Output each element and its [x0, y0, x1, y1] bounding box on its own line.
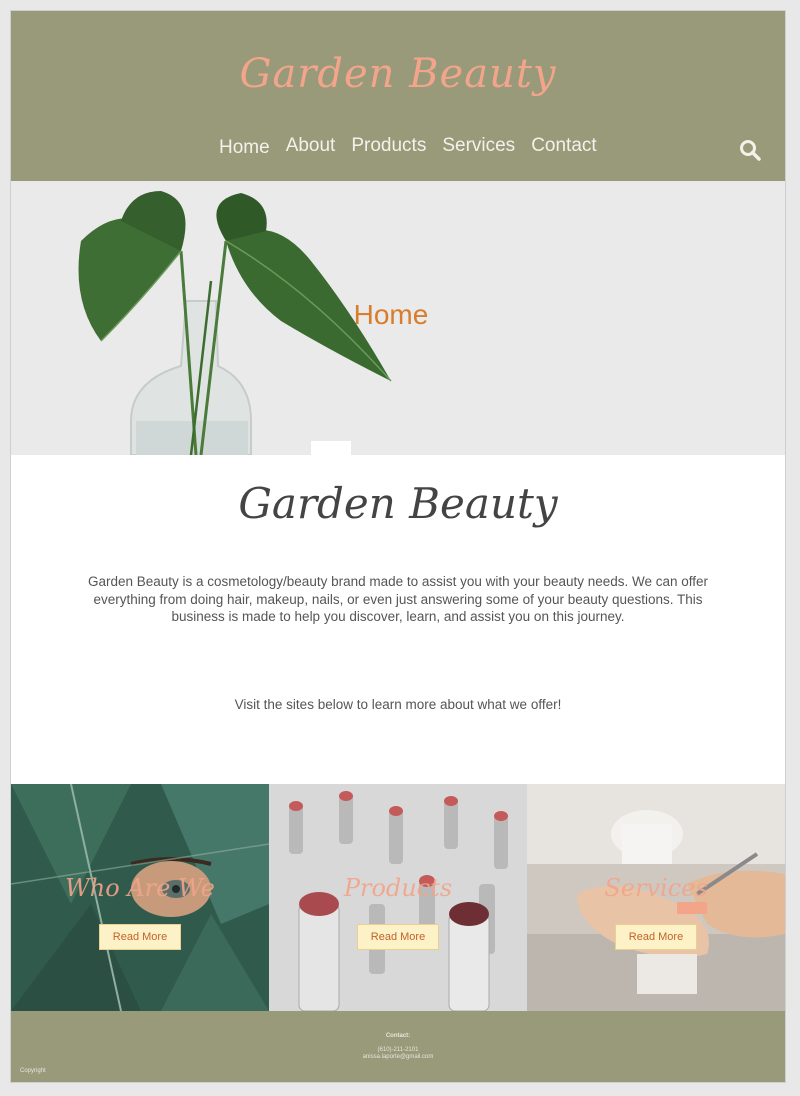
- nav-contact[interactable]: Contact: [523, 135, 604, 159]
- site-header: Garden Beauty Home About Products Servic…: [11, 11, 785, 181]
- footer-phone: (610)-211-2101: [377, 1047, 419, 1053]
- site-logo[interactable]: Garden Beauty: [11, 51, 785, 97]
- site-footer: Contact: (610)-211-2101 anissa.laporte@g…: [11, 1011, 785, 1082]
- feature-tiles: Who Are We Read More Products Read More …: [11, 784, 785, 1011]
- read-more-button-services[interactable]: Read More: [615, 924, 697, 950]
- tile-title-services: Services: [604, 874, 708, 902]
- search-icon[interactable]: [739, 139, 761, 161]
- tile-title-who-are-we: Who Are We: [65, 874, 215, 902]
- intro-paragraph: Garden Beauty is a cosmetology/beauty br…: [87, 574, 709, 624]
- visit-text: Visit the sites below to learn more abou…: [234, 697, 562, 712]
- tile-products: Products Read More: [269, 784, 527, 1011]
- brand-script-title: Garden Beauty: [238, 479, 558, 528]
- hero-title: Home: [353, 299, 429, 330]
- main-nav: Home About Products Services Contact: [211, 135, 605, 159]
- nav-about[interactable]: About: [278, 135, 344, 159]
- read-more-button-products[interactable]: Read More: [357, 924, 439, 950]
- tile-title-products: Products: [343, 874, 453, 902]
- page-frame: Garden Beauty Home About Products Servic…: [10, 10, 786, 1083]
- footer-contact-label: Contact:: [385, 1033, 411, 1039]
- hero-banner: Home: [11, 181, 785, 455]
- footer-email[interactable]: anissa.laporte@gmail.com: [11, 1054, 785, 1060]
- nav-services[interactable]: Services: [434, 135, 523, 159]
- tile-who-are-we: Who Are We Read More: [11, 784, 269, 1011]
- read-more-button-who-are-we[interactable]: Read More: [99, 924, 181, 950]
- nav-products[interactable]: Products: [343, 135, 434, 159]
- nav-home[interactable]: Home: [211, 137, 278, 159]
- tile-services: Services Read More: [527, 784, 785, 1011]
- footer-copyright: Copyright: [20, 1068, 46, 1074]
